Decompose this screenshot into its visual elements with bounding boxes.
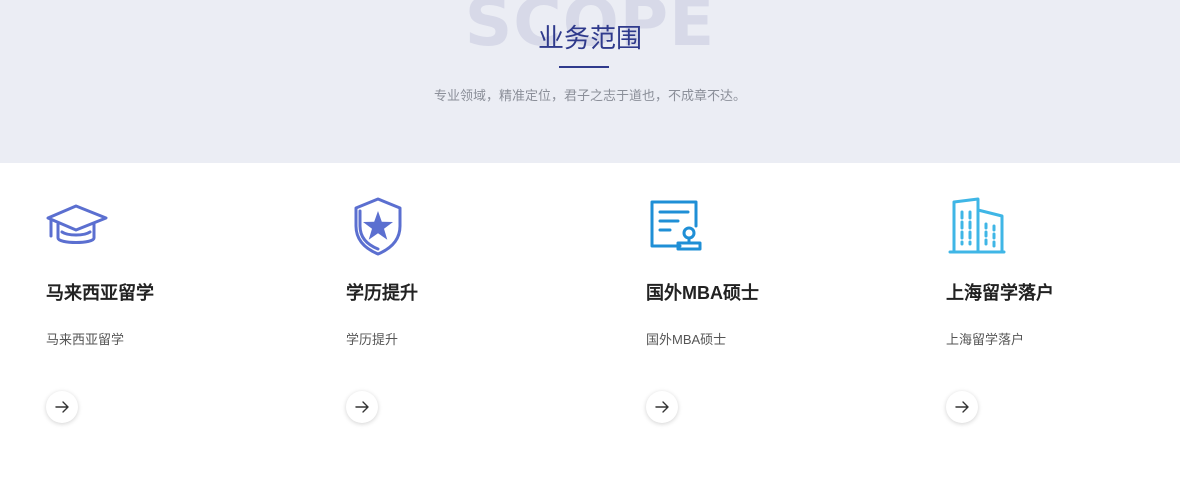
more-arrow-button[interactable] [946,391,978,423]
arrow-right-icon [955,401,969,413]
graduation-cap-icon [46,196,110,260]
arrow-right-icon [655,401,669,413]
more-arrow-button[interactable] [46,391,78,423]
service-card-shanghai-hukou[interactable]: 上海留学落户 上海留学落户 [946,163,1180,481]
more-arrow-button[interactable] [346,391,378,423]
service-title: 学历提升 [346,283,418,303]
section-header: SCOPE 业务范围 专业领域，精准定位，君子之志于道也，不成章不达。 [0,0,1180,163]
service-card-overseas-mba[interactable]: 国外MBA硕士 国外MBA硕士 [646,163,946,481]
certificate-stamp-icon [646,196,710,260]
more-arrow-button[interactable] [646,391,678,423]
service-card-degree-upgrade[interactable]: 学历提升 学历提升 [346,163,646,481]
section-subtitle: 专业领域，精准定位，君子之志于道也，不成章不达。 [433,88,746,103]
arrow-right-icon [355,401,369,413]
service-description: 马来西亚留学 [46,332,125,347]
service-title: 马来西亚留学 [46,283,154,303]
service-card-malaysia-study[interactable]: 马来西亚留学 马来西亚留学 [46,163,346,481]
building-icon [946,196,1010,260]
star-shield-icon [346,196,410,260]
section-title: 业务范围 [537,23,642,53]
title-underline [559,66,609,68]
service-description: 国外MBA硕士 [646,332,727,347]
service-description: 上海留学落户 [946,332,1025,347]
service-title: 上海留学落户 [946,283,1054,303]
service-title: 国外MBA硕士 [646,283,759,303]
service-description: 学历提升 [346,332,399,347]
arrow-right-icon [55,401,69,413]
